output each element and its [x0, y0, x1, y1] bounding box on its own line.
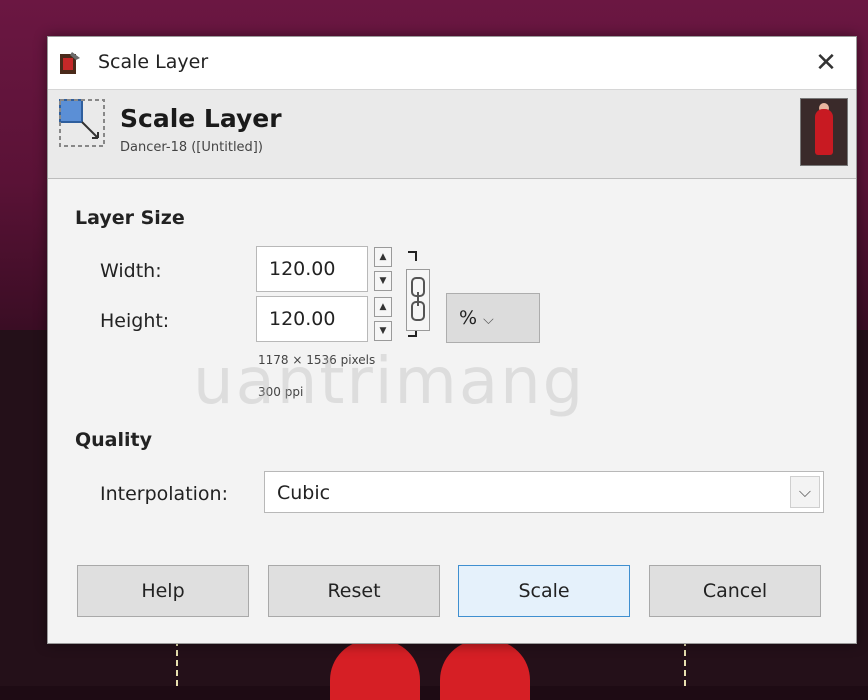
chevron-down-icon: ⌵ — [483, 312, 494, 328]
scale-layer-dialog: Scale Layer ✕ Scale Layer Dancer-18 ([Un… — [47, 36, 857, 644]
interpolation-value: Cubic — [277, 482, 331, 504]
reset-button[interactable]: Reset — [268, 565, 440, 617]
thumbnail-figure — [815, 109, 833, 155]
help-button[interactable]: Help — [77, 565, 249, 617]
window-title: Scale Layer — [98, 51, 209, 73]
width-decrement-button[interactable]: ▼ — [374, 271, 392, 291]
watermark-text: uantrimang — [193, 345, 586, 419]
interpolation-select[interactable]: Cubic ⌵ — [264, 471, 824, 513]
height-decrement-button[interactable]: ▼ — [374, 321, 392, 341]
gimp-app-icon — [60, 52, 80, 74]
height-value: 120.00 — [269, 308, 336, 330]
height-spin-buttons: ▲ ▼ — [374, 297, 394, 343]
width-spin-buttons: ▲ ▼ — [374, 247, 394, 293]
layer-thumbnail — [800, 98, 848, 166]
unit-value: % ⌵ — [459, 307, 494, 329]
unit-select[interactable]: % ⌵ — [446, 293, 540, 343]
title-bar: Scale Layer ✕ — [48, 37, 856, 89]
close-button[interactable]: ✕ — [810, 47, 842, 79]
quality-label: Quality — [75, 429, 152, 451]
width-increment-button[interactable]: ▲ — [374, 247, 392, 267]
width-value: 120.00 — [269, 258, 336, 280]
scale-layer-icon — [59, 99, 105, 147]
layer-size-label: Layer Size — [75, 207, 185, 229]
height-input[interactable]: 120.00 — [256, 296, 368, 342]
chevron-down-icon[interactable]: ⌵ — [790, 476, 820, 508]
close-icon: ✕ — [815, 48, 837, 78]
width-input[interactable]: 120.00 — [256, 246, 368, 292]
width-label: Width: — [100, 260, 162, 282]
chain-bracket-top — [408, 251, 417, 261]
height-label: Height: — [100, 310, 170, 332]
cancel-button[interactable]: Cancel — [649, 565, 821, 617]
chain-link-icon — [411, 277, 425, 321]
header-title: Scale Layer — [120, 104, 282, 133]
dialog-header: Scale Layer Dancer-18 ([Untitled]) — [48, 89, 856, 179]
height-increment-button[interactable]: ▲ — [374, 297, 392, 317]
scale-button[interactable]: Scale — [458, 565, 630, 617]
unit-text: % — [459, 307, 478, 329]
interpolation-label: Interpolation: — [100, 483, 228, 505]
header-subtitle: Dancer-18 ([Untitled]) — [120, 140, 263, 155]
chain-link-button[interactable] — [406, 269, 430, 331]
